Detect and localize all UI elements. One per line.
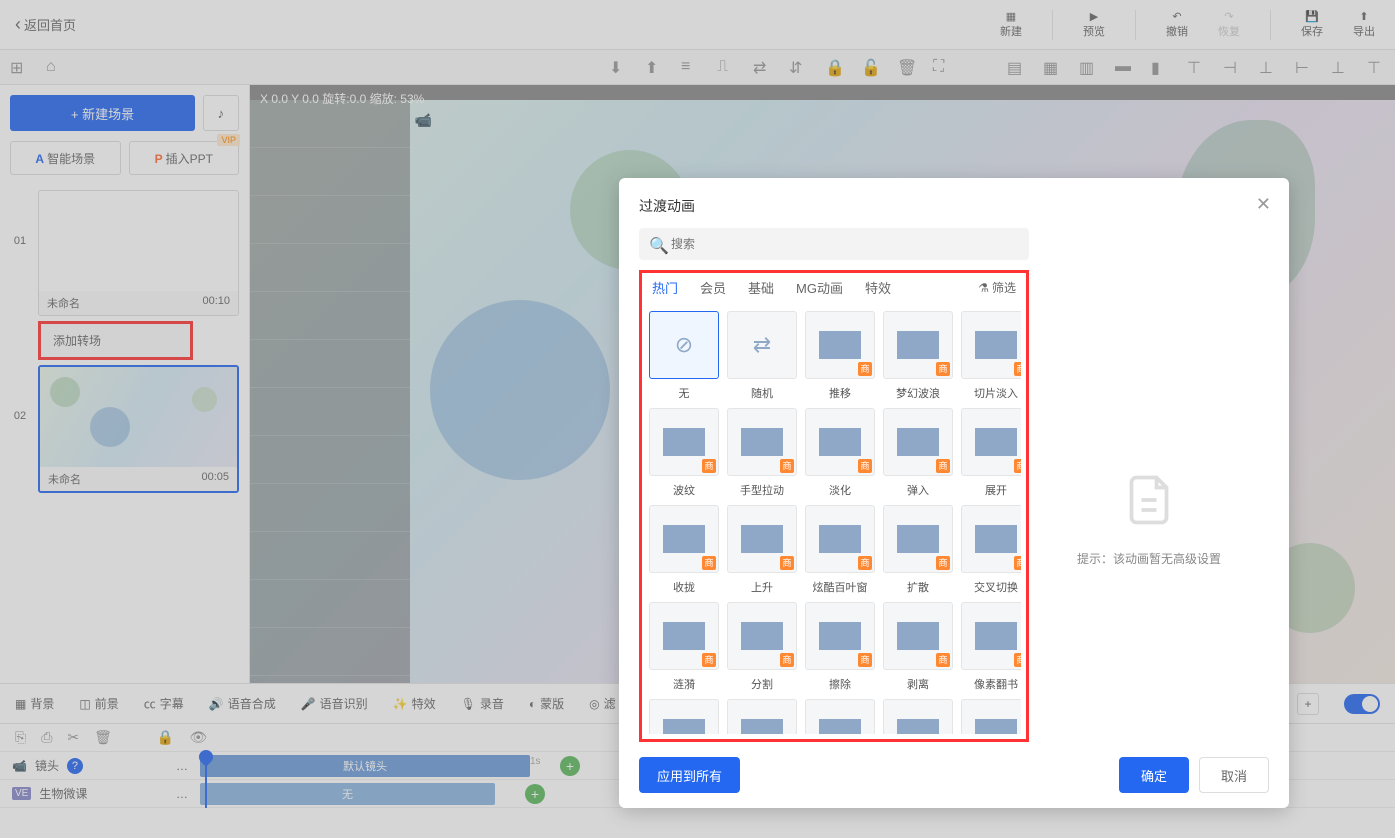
animation-item[interactable]: 商剥离 [883,602,953,692]
animation-item[interactable]: 商分割 [727,602,797,692]
cancel-button[interactable]: 取消 [1199,757,1269,793]
tab-member[interactable]: 会员 [700,278,726,297]
animation-item[interactable]: ⊘无 [649,311,719,401]
animation-item[interactable]: 商收拢 [649,505,719,595]
commercial-badge: 商 [1014,556,1021,570]
animation-label: 分割 [727,676,797,692]
animation-label: 波纹 [649,482,719,498]
animation-label: 擦除 [805,676,875,692]
search-icon: 🔍 [649,236,669,256]
close-button[interactable]: ✕ [1256,194,1271,215]
animation-label: 手型拉动 [727,482,797,498]
commercial-badge: 商 [858,556,872,570]
animation-label: 梦幻波浪 [883,385,953,401]
hint-text: 提示：该动画暂无高级设置 [1077,550,1221,567]
commercial-badge: 商 [1014,459,1021,473]
filter-button[interactable]: ⚗筛选 [978,279,1016,296]
animation-item[interactable]: 商上升 [727,505,797,595]
commercial-badge: 商 [780,459,794,473]
animation-label: 切片淡入 [961,385,1021,401]
animation-label: 弹入 [883,482,953,498]
tab-hot[interactable]: 热门 [652,278,678,297]
modal-title: 过渡动画 [619,178,1289,228]
animation-item[interactable]: 商交叉切换 [961,505,1021,595]
commercial-badge: 商 [936,362,950,376]
animation-item[interactable] [883,699,953,734]
animation-item[interactable]: 商梦幻波浪 [883,311,953,401]
commercial-badge: 商 [780,653,794,667]
animation-item[interactable]: 商手型拉动 [727,408,797,498]
apply-all-button[interactable]: 应用到所有 [639,757,740,793]
animation-item[interactable]: ⇄随机 [727,311,797,401]
animation-label: 涟漪 [649,676,719,692]
animation-label: 无 [649,385,719,401]
commercial-badge: 商 [702,653,716,667]
commercial-badge: 商 [936,653,950,667]
animation-item[interactable]: 商炫酷百叶窗 [805,505,875,595]
animation-item[interactable]: 商弹入 [883,408,953,498]
animation-item[interactable]: 商涟漪 [649,602,719,692]
commercial-badge: 商 [936,556,950,570]
animation-item[interactable] [805,699,875,734]
search-input[interactable] [639,228,1029,260]
commercial-badge: 商 [858,653,872,667]
animation-label: 随机 [727,385,797,401]
animation-item[interactable] [961,699,1021,734]
animation-label: 剥离 [883,676,953,692]
tab-fx[interactable]: 特效 [865,278,891,297]
commercial-badge: 商 [780,556,794,570]
animation-label: 淡化 [805,482,875,498]
animation-item[interactable]: 商推移 [805,311,875,401]
tab-mg[interactable]: MG动画 [796,278,843,297]
animation-item[interactable]: 商切片淡入 [961,311,1021,401]
animation-label: 扩散 [883,579,953,595]
animation-label: 推移 [805,385,875,401]
tab-basic[interactable]: 基础 [748,278,774,297]
animation-item[interactable] [649,699,719,734]
animation-item[interactable]: 商擦除 [805,602,875,692]
animation-item[interactable]: 商像素翻书 [961,602,1021,692]
filter-icon: ⚗ [978,281,989,295]
animation-label: 像素翻书 [961,676,1021,692]
animation-label: 交叉切换 [961,579,1021,595]
animation-item[interactable]: 商淡化 [805,408,875,498]
commercial-badge: 商 [858,459,872,473]
animation-label: 炫酷百叶窗 [805,579,875,595]
commercial-badge: 商 [936,459,950,473]
animation-label: 展开 [961,482,1021,498]
animation-label: 收拢 [649,579,719,595]
animation-item[interactable] [727,699,797,734]
commercial-badge: 商 [702,459,716,473]
commercial-badge: 商 [1014,653,1021,667]
animation-item[interactable]: 商扩散 [883,505,953,595]
commercial-badge: 商 [702,556,716,570]
animation-label: 上升 [727,579,797,595]
animation-item[interactable]: 商展开 [961,408,1021,498]
transition-modal: ✕ 过渡动画 🔍 热门 会员 基础 MG动画 特效 ⚗筛选 ⊘无⇄随机商推移商梦… [619,178,1289,808]
animation-item[interactable]: 商波纹 [649,408,719,498]
ok-button[interactable]: 确定 [1119,757,1189,793]
document-icon [1119,470,1179,530]
commercial-badge: 商 [858,362,872,376]
commercial-badge: 商 [1014,362,1021,376]
